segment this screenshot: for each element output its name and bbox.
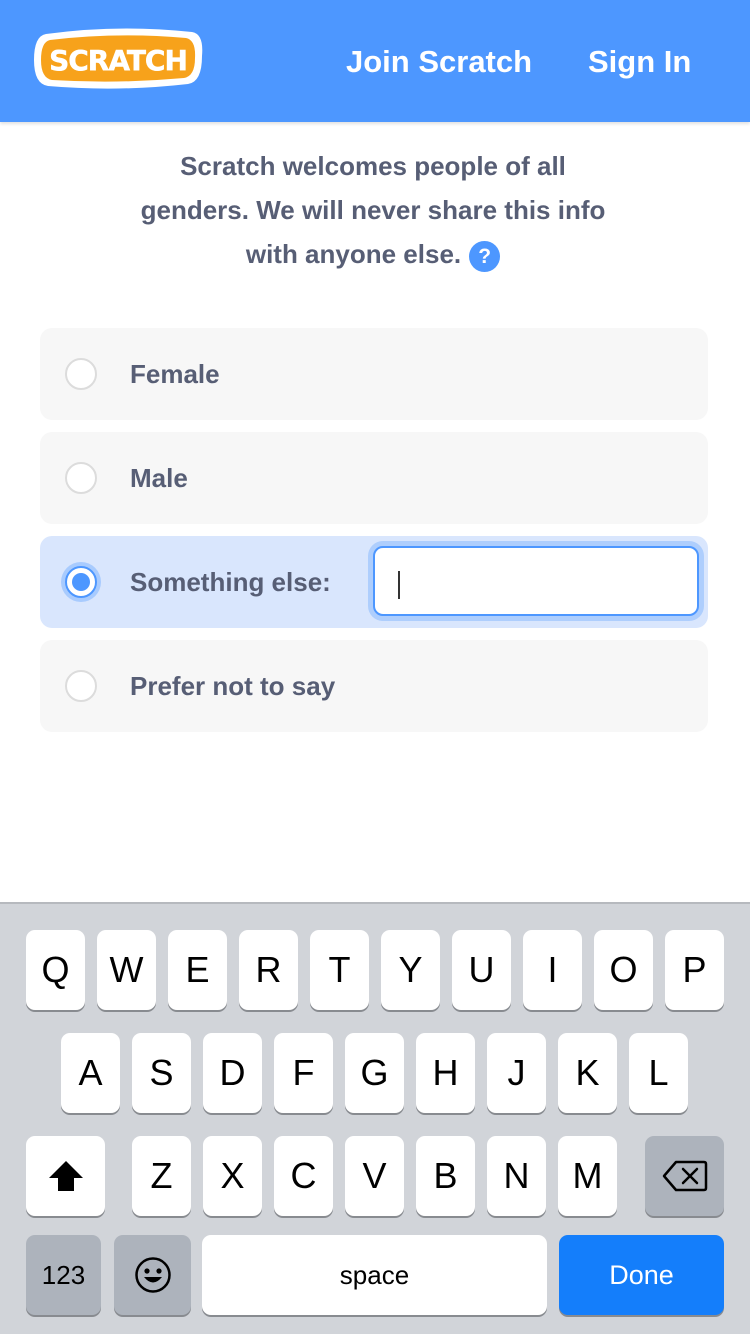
gender-option-prefer-not-to-say[interactable]: Prefer not to say	[40, 640, 708, 732]
intro-line-2: genders. We will never share this info	[140, 195, 606, 225]
key-k[interactable]: K	[558, 1033, 617, 1113]
sign-in-link[interactable]: Sign In	[588, 42, 691, 82]
key-w[interactable]: W	[97, 930, 156, 1010]
key-i[interactable]: I	[523, 930, 582, 1010]
numbers-key[interactable]: 123	[26, 1235, 101, 1315]
key-d[interactable]: D	[203, 1033, 262, 1113]
key-m[interactable]: M	[558, 1136, 617, 1216]
emoji-icon	[134, 1257, 171, 1293]
key-n[interactable]: N	[487, 1136, 546, 1216]
gender-option-female[interactable]: Female	[40, 328, 708, 420]
key-j[interactable]: J	[487, 1033, 546, 1113]
key-v[interactable]: V	[345, 1136, 404, 1216]
help-icon[interactable]: ?	[469, 241, 501, 272]
custom-gender-input[interactable]	[373, 546, 699, 616]
option-label-something-else: Something else:	[130, 567, 331, 597]
gender-intro-text: Scratch welcomes people of all genders. …	[100, 144, 646, 276]
backspace-key[interactable]	[645, 1136, 724, 1216]
svg-text:SCRATCH: SCRATCH	[49, 44, 187, 77]
key-x[interactable]: X	[203, 1136, 262, 1216]
key-t[interactable]: T	[310, 930, 369, 1010]
key-l[interactable]: L	[629, 1033, 688, 1113]
radio-button-female[interactable]	[65, 358, 97, 390]
top-nav-bar: SCRATCH Join Scratch Sign In	[0, 0, 750, 122]
key-e[interactable]: E	[168, 930, 227, 1010]
shift-key[interactable]	[26, 1136, 105, 1216]
key-p[interactable]: P	[665, 930, 724, 1010]
gender-option-male[interactable]: Male	[40, 432, 708, 524]
space-key[interactable]: space	[202, 1235, 547, 1315]
intro-line-3-wrap: with anyone else.?	[100, 232, 646, 276]
radio-button-male[interactable]	[65, 462, 97, 494]
backspace-icon	[662, 1160, 707, 1192]
shift-icon	[48, 1161, 83, 1191]
key-h[interactable]: H	[416, 1033, 475, 1113]
option-label-female: Female	[130, 359, 220, 389]
gender-option-something-else[interactable]: Something else:	[40, 536, 708, 628]
option-label-prefer-not-to-say: Prefer not to say	[130, 671, 336, 701]
key-g[interactable]: G	[345, 1033, 404, 1113]
key-y[interactable]: Y	[381, 930, 440, 1010]
emoji-key[interactable]	[114, 1235, 191, 1315]
key-b[interactable]: B	[416, 1136, 475, 1216]
join-scratch-link[interactable]: Join Scratch	[346, 42, 532, 82]
text-caret	[398, 571, 400, 599]
key-q[interactable]: Q	[26, 930, 85, 1010]
radio-button-something-else[interactable]	[65, 566, 97, 598]
intro-line-3: with anyone else.	[245, 239, 462, 269]
key-a[interactable]: A	[61, 1033, 120, 1113]
done-key[interactable]: Done	[559, 1235, 724, 1315]
radio-button-prefer-not-to-say[interactable]	[65, 670, 97, 702]
intro-line-1: Scratch welcomes people of all	[180, 151, 566, 181]
option-label-male: Male	[130, 463, 188, 493]
key-z[interactable]: Z	[132, 1136, 191, 1216]
key-s[interactable]: S	[132, 1033, 191, 1113]
scratch-logo[interactable]: SCRATCH	[32, 26, 204, 90]
onscreen-keyboard: Q W E R T Y U I O P A S D F G H J K L Z …	[0, 902, 750, 1334]
key-c[interactable]: C	[274, 1136, 333, 1216]
key-f[interactable]: F	[274, 1033, 333, 1113]
key-r[interactable]: R	[239, 930, 298, 1010]
key-o[interactable]: O	[594, 930, 653, 1010]
key-u[interactable]: U	[452, 930, 511, 1010]
